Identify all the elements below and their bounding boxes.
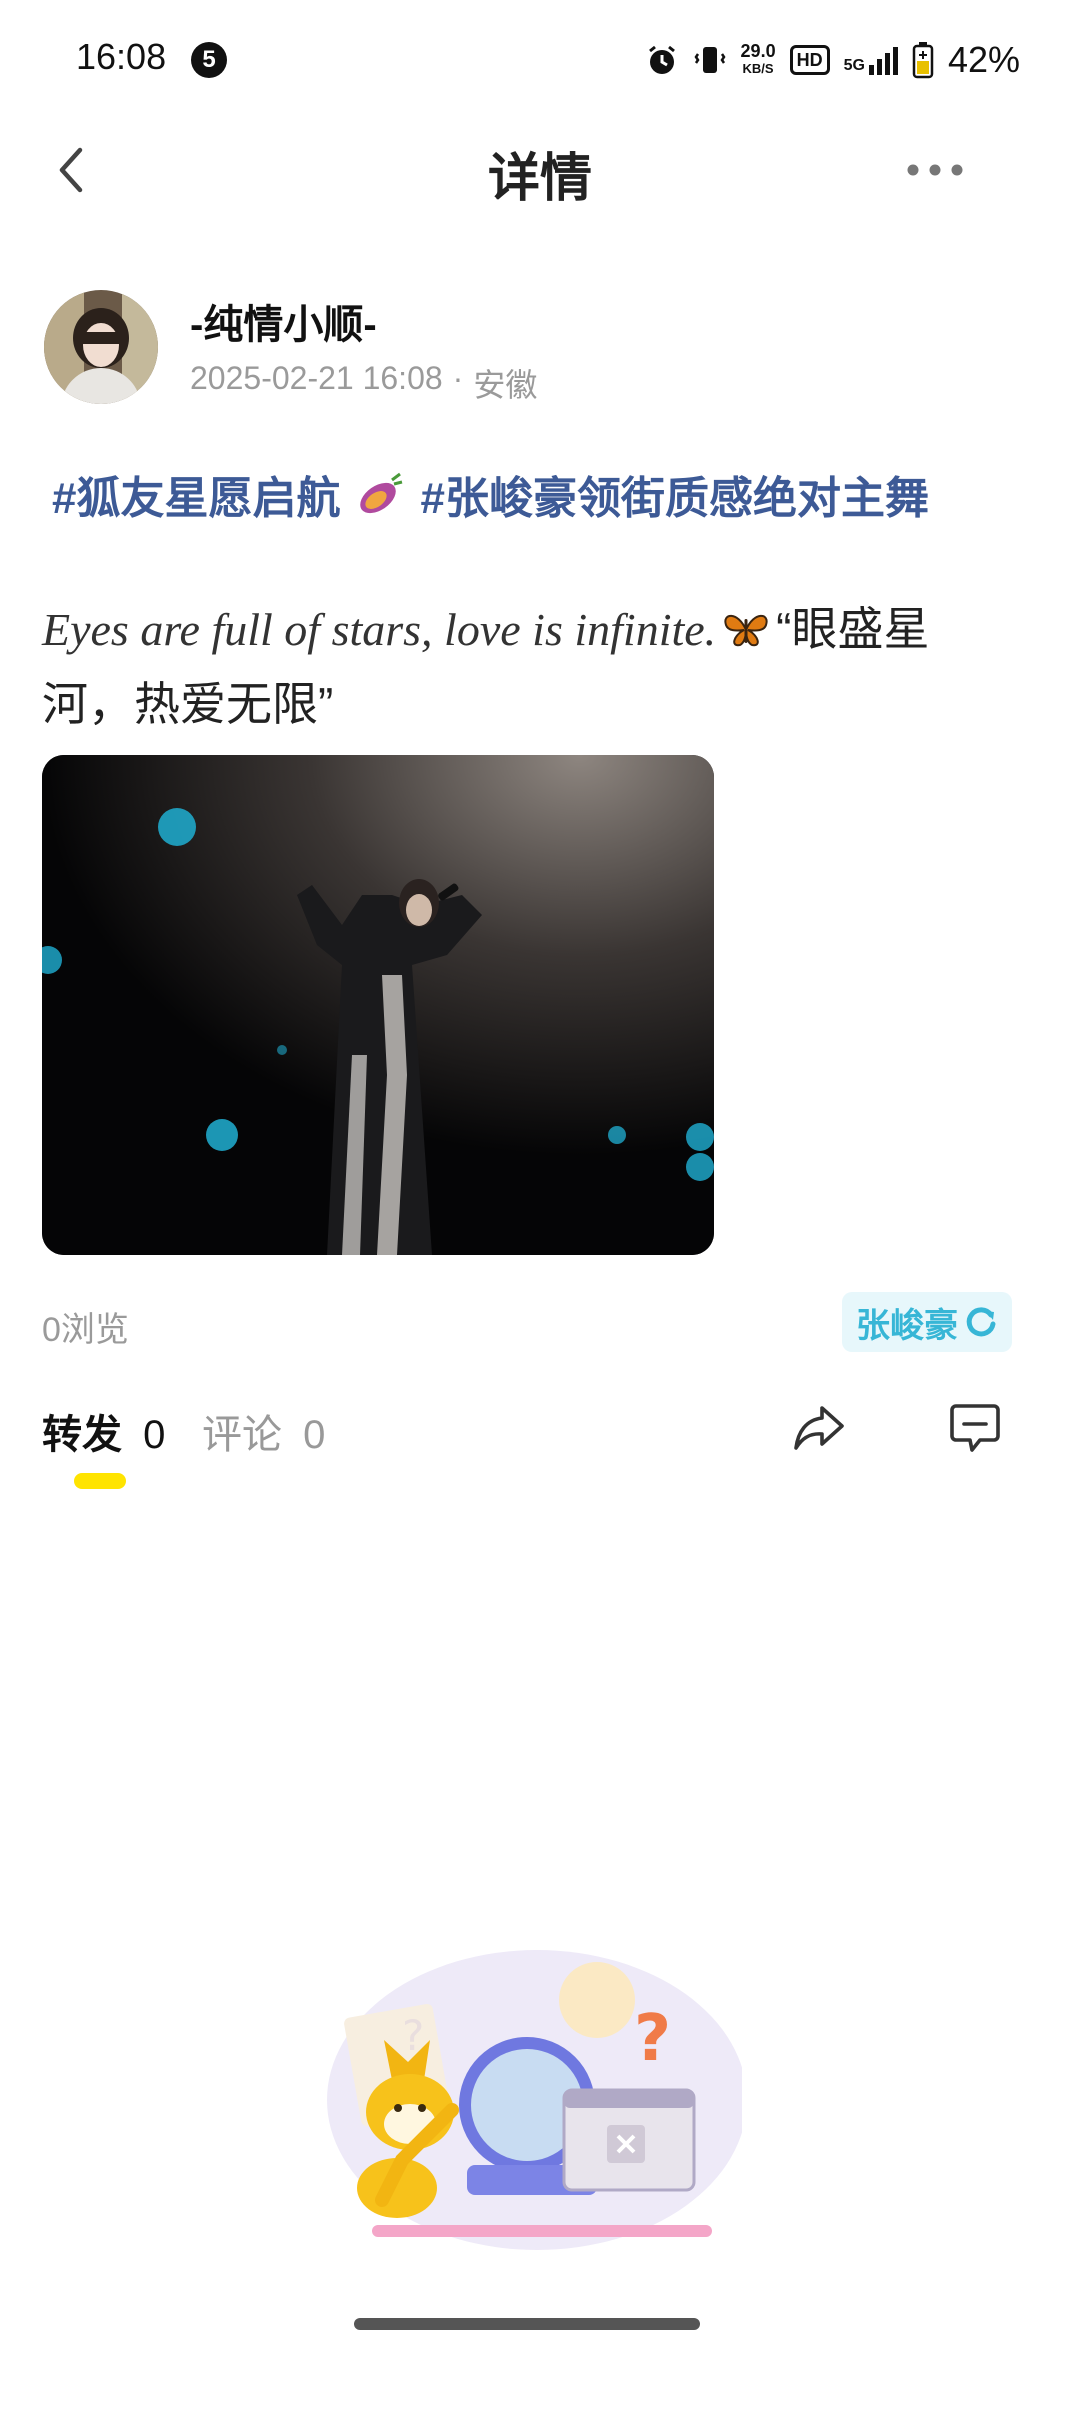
post-location: 安徽 xyxy=(473,367,538,403)
meta-separator: · xyxy=(452,360,464,396)
sweet-potato-icon xyxy=(360,472,403,514)
status-time: 16:08 xyxy=(76,36,167,77)
network-speed: 29.0 KB/S xyxy=(740,41,776,76)
refresh-icon xyxy=(966,1307,996,1337)
signal-bars-icon xyxy=(868,47,898,75)
tab-comment-count: 0 xyxy=(303,1413,326,1457)
topic-tag[interactable]: #狐友星愿启航 xyxy=(52,462,340,526)
comment-button[interactable] xyxy=(946,1398,1004,1456)
alarm-icon xyxy=(648,45,675,74)
notification-badge: 5 xyxy=(191,42,227,78)
status-icons: 29.0 KB/S HD 5G 42% xyxy=(645,36,1020,84)
svg-text:?: ? xyxy=(634,2002,671,2076)
more-dots-icon xyxy=(907,164,963,176)
tab-forward-count: 0 xyxy=(143,1413,166,1457)
battery-percent: 42% xyxy=(947,39,1020,80)
star-tag[interactable]: 张峻豪 xyxy=(842,1292,1012,1352)
avatar[interactable] xyxy=(44,290,158,404)
tab-comment[interactable]: 评论 0 xyxy=(202,1402,325,1460)
topic-list: #狐友星愿启航 #张峻豪领街质感绝对主舞 xyxy=(52,462,929,526)
signal-5g: 5G xyxy=(844,45,898,75)
comment-bubble-icon xyxy=(950,1404,1000,1452)
share-button[interactable] xyxy=(790,1398,848,1456)
more-button[interactable] xyxy=(900,150,970,190)
butterfly-icon xyxy=(724,614,768,647)
battery-icon xyxy=(912,42,934,79)
post-meta: 2025-02-21 16:08 · 安徽 xyxy=(190,360,537,406)
topic-tag[interactable]: #张峻豪领街质感绝对主舞 xyxy=(420,462,928,526)
tab-comment-label: 评论 xyxy=(202,1413,282,1457)
status-bar: 16:08 5 29.0 KB/S HD 5G 42% xyxy=(0,0,1080,120)
active-tab-indicator xyxy=(74,1473,126,1489)
post-text-en: Eyes are full of stars, love is infinite… xyxy=(42,604,717,655)
post-date: 2025-02-21 16:08 xyxy=(190,360,443,396)
vibrate-icon xyxy=(694,47,726,73)
home-indicator[interactable] xyxy=(354,2318,700,2330)
share-arrow-icon xyxy=(794,1406,844,1450)
hd-badge: HD xyxy=(789,45,830,75)
post-image[interactable] xyxy=(42,755,714,1255)
view-count: 0浏览 xyxy=(42,1311,129,1349)
empty-state-illustration: ? ? xyxy=(327,1950,742,2250)
tab-forward-label: 转发 xyxy=(42,1413,122,1457)
author-name[interactable]: -纯情小顺- xyxy=(190,292,377,350)
star-tag-label: 张峻豪 xyxy=(856,1306,958,1345)
tab-forward[interactable]: 转发 0 xyxy=(42,1402,165,1460)
post-text: Eyes are full of stars, love is infinite… xyxy=(42,592,1002,741)
